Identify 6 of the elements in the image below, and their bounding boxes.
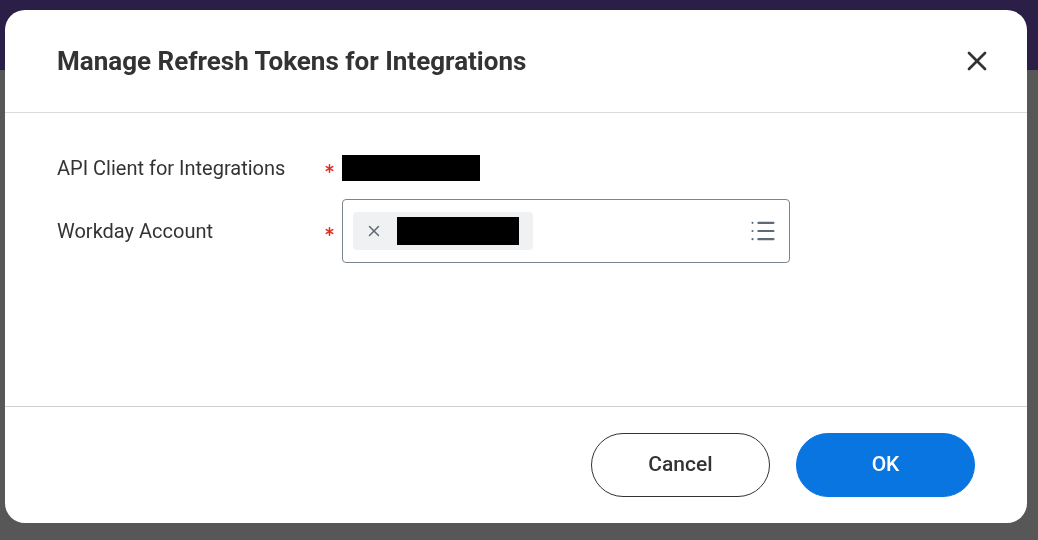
dialog-title: Manage Refresh Tokens for Integrations <box>57 44 527 78</box>
cancel-button[interactable]: Cancel <box>591 433 770 497</box>
field-label: Workday Account <box>57 218 214 245</box>
field-label: API Client for Integrations <box>57 155 287 182</box>
ok-button[interactable]: OK <box>796 433 975 497</box>
account-field[interactable] <box>342 199 790 263</box>
